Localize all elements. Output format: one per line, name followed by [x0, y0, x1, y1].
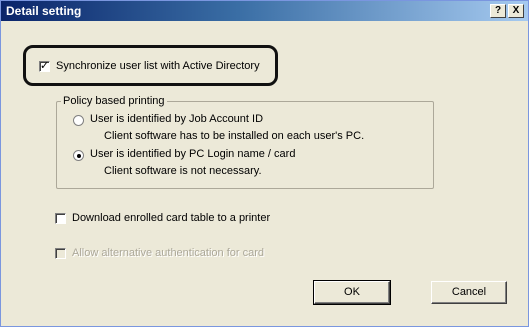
close-button[interactable]: X: [508, 4, 524, 18]
radio-pc-login-name[interactable]: [73, 150, 84, 161]
radio-job-account-id-label[interactable]: User is identified by Job Account ID: [90, 113, 263, 125]
download-card-checkbox[interactable]: [55, 213, 66, 224]
ok-button[interactable]: OK: [313, 280, 391, 305]
job-account-id-description: Client software has to be installed on e…: [104, 130, 365, 142]
title-bar[interactable]: Detail setting ? X: [1, 1, 528, 21]
sync-ad-label[interactable]: Synchronize user list with Active Direct…: [56, 60, 260, 72]
window-title: Detail setting: [6, 4, 82, 18]
alt-auth-label: Allow alternative authentication for car…: [72, 247, 264, 259]
radio-job-account-id[interactable]: [73, 115, 84, 126]
sync-ad-checkbox[interactable]: [39, 59, 50, 72]
help-button[interactable]: ?: [490, 4, 506, 18]
radio-pc-login-name-label[interactable]: User is identified by PC Login name / ca…: [90, 148, 295, 160]
pc-login-name-description: Client software is not necessary.: [104, 165, 262, 177]
alt-auth-checkbox: [55, 248, 66, 259]
policy-group-title: Policy based printing: [61, 95, 167, 107]
download-card-label[interactable]: Download enrolled card table to a printe…: [72, 212, 270, 224]
cancel-button[interactable]: Cancel: [431, 281, 507, 304]
detail-setting-dialog: Detail setting ? X Synchronize user list…: [0, 0, 529, 327]
